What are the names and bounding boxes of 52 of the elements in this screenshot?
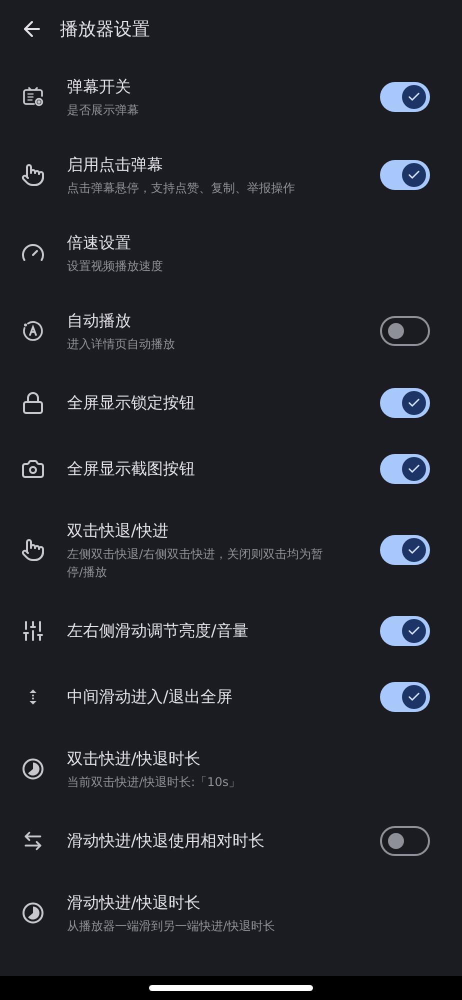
timer-icon xyxy=(21,757,45,781)
settings-row[interactable]: 滑动快进/快退使用相对时长 xyxy=(0,808,462,874)
tap-hand-icon xyxy=(21,538,45,562)
autoplay-icon xyxy=(21,319,45,343)
toggle-switch[interactable] xyxy=(380,616,430,646)
toggle-switch[interactable] xyxy=(380,826,430,856)
toggle-switch[interactable] xyxy=(380,388,430,418)
setting-description: 左侧双击快退/右侧双击快进，关闭则双击均为暂停/播放 xyxy=(67,546,324,581)
camera-icon xyxy=(21,457,45,481)
setting-title: 全屏显示截图按钮 xyxy=(67,458,196,480)
setting-title: 倍速设置 xyxy=(67,232,132,254)
setting-title: 滑动快进/快退使用相对时长 xyxy=(67,830,266,852)
setting-title: 双击快进/快退时长 xyxy=(67,748,202,770)
vertical-arrows-icon xyxy=(29,689,37,705)
swap-arrows-icon xyxy=(22,830,44,852)
settings-row[interactable]: 启用点击弹幕 点击弹幕悬停，支持点赞、复制、举报操作 xyxy=(0,136,462,214)
setting-title: 启用点击弹幕 xyxy=(67,154,164,176)
setting-description: 点击弹幕悬停，支持点赞、复制、举报操作 xyxy=(67,180,296,197)
tap-hand-icon xyxy=(21,163,45,187)
setting-title: 滑动快进/快退时长 xyxy=(67,892,202,914)
tv-badge-icon xyxy=(21,85,45,109)
settings-row[interactable]: 左右侧滑动调节亮度/音量 xyxy=(0,598,462,664)
toggle-switch[interactable] xyxy=(380,535,430,565)
settings-row[interactable]: 倍速设置 设置视频播放速度 xyxy=(0,214,462,292)
toggle-switch[interactable] xyxy=(380,682,430,712)
setting-title: 全屏显示锁定按钮 xyxy=(67,392,196,414)
toggle-switch[interactable] xyxy=(380,160,430,190)
setting-description: 设置视频播放速度 xyxy=(67,258,164,275)
setting-title: 左右侧滑动调节亮度/音量 xyxy=(67,620,250,642)
toggle-switch[interactable] xyxy=(380,454,430,484)
settings-row[interactable]: 双击快退/快进 左侧双击快退/右侧双击快进，关闭则双击均为暂停/播放 xyxy=(0,502,462,598)
setting-description: 进入详情页自动播放 xyxy=(67,336,176,353)
setting-title: 中间滑动进入/退出全屏 xyxy=(67,686,234,708)
toggle-switch[interactable] xyxy=(380,316,430,346)
settings-row[interactable]: 双击快进/快退时长 当前双击快进/快退时长:「10s」 xyxy=(0,730,462,808)
settings-row[interactable]: 全屏显示锁定按钮 xyxy=(0,370,462,436)
settings-row[interactable]: 中间滑动进入/退出全屏 xyxy=(0,664,462,730)
settings-row[interactable]: 自动播放 进入详情页自动播放 xyxy=(0,292,462,370)
setting-title: 弹幕开关 xyxy=(67,76,132,98)
setting-title: 自动播放 xyxy=(67,310,132,332)
sliders-icon xyxy=(21,619,45,643)
setting-description: 从播放器一端滑到另一端快进/快退时长 xyxy=(67,918,276,935)
settings-row[interactable]: 滑动快进/快退时长 从播放器一端滑到另一端快进/快退时长 xyxy=(0,874,462,952)
timer-icon xyxy=(21,901,45,925)
settings-row[interactable]: 全屏显示截图按钮 xyxy=(0,436,462,502)
setting-description: 是否展示弹幕 xyxy=(67,102,140,119)
toggle-switch[interactable] xyxy=(380,82,430,112)
lock-icon xyxy=(21,391,45,415)
setting-title: 双击快退/快进 xyxy=(67,520,170,542)
page-title: 播放器设置 xyxy=(60,18,150,42)
settings-row[interactable]: 弹幕开关 是否展示弹幕 xyxy=(0,58,462,136)
setting-description: 当前双击快进/快退时长:「10s」 xyxy=(67,774,242,791)
